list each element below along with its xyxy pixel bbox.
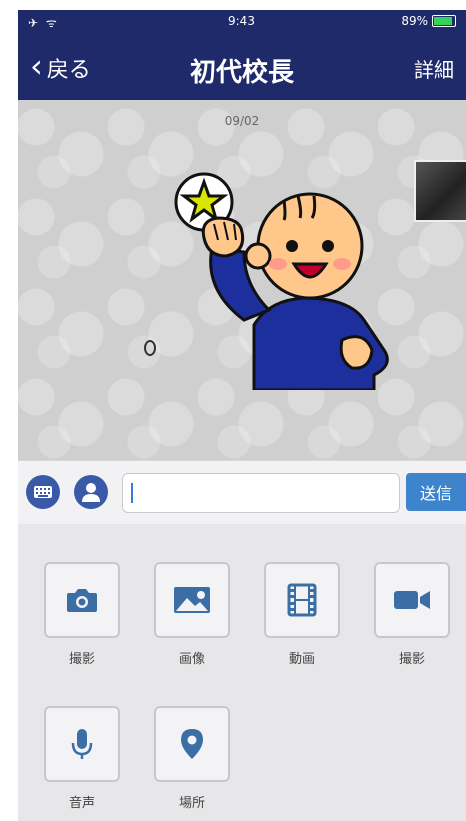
status-icons: ✈ ᯤ bbox=[28, 16, 59, 30]
attach-label: 場所 bbox=[178, 796, 205, 811]
video-camera-icon bbox=[394, 591, 430, 609]
film-icon bbox=[287, 583, 317, 617]
attach-record-video-button[interactable]: 撮影 bbox=[372, 562, 452, 667]
status-bar: ✈ ᯤ 9:43 89% bbox=[18, 10, 466, 32]
attach-label: 画像 bbox=[178, 652, 205, 667]
microphone-icon bbox=[71, 729, 93, 759]
attach-image-button[interactable]: 画像 bbox=[152, 562, 232, 667]
chat-area[interactable]: 09/02 bbox=[18, 100, 466, 460]
message-input[interactable] bbox=[122, 473, 400, 513]
message-input-bar: 送信 bbox=[18, 460, 466, 526]
top-bar: ✈ ᯤ 9:43 89% ‹ 戻る 初代校長 詳細 bbox=[18, 10, 466, 100]
attach-video-button[interactable]: 動画 bbox=[262, 562, 342, 667]
sticker-button[interactable] bbox=[74, 475, 108, 509]
text-cursor bbox=[131, 483, 133, 503]
keyboard-button[interactable] bbox=[26, 475, 60, 509]
message-date: 09/02 bbox=[224, 114, 260, 128]
attach-audio-button[interactable]: 音声 bbox=[42, 706, 122, 811]
battery-percent: 89% bbox=[401, 14, 428, 28]
navigation-bar: ‹ 戻る 初代校長 詳細 bbox=[18, 40, 466, 96]
location-pin-icon bbox=[181, 729, 203, 759]
camera-icon bbox=[67, 589, 97, 612]
status-time: 9:43 bbox=[228, 14, 255, 28]
image-icon bbox=[174, 587, 210, 613]
attach-label: 音声 bbox=[68, 796, 95, 811]
loading-indicator-icon bbox=[144, 340, 156, 356]
sticker-boy-fist-icon[interactable] bbox=[174, 160, 404, 390]
person-icon bbox=[82, 483, 100, 502]
page-title: 初代校長 bbox=[189, 58, 294, 88]
attach-camera-button[interactable]: 撮影 bbox=[42, 562, 122, 667]
battery-status: 89% bbox=[401, 14, 456, 28]
app-screen: ✈ ᯤ 9:43 89% ‹ 戻る 初代校長 詳細 09/02 送信 撮影 画像… bbox=[18, 10, 466, 821]
photo-thumbnail[interactable] bbox=[414, 160, 466, 222]
send-button[interactable]: 送信 bbox=[406, 473, 466, 511]
attach-label: 撮影 bbox=[68, 652, 95, 667]
attach-label: 撮影 bbox=[398, 652, 425, 667]
attach-location-button[interactable]: 場所 bbox=[152, 706, 232, 811]
detail-button[interactable]: 詳細 bbox=[414, 54, 454, 83]
attach-label: 動画 bbox=[288, 652, 315, 667]
keyboard-icon bbox=[34, 486, 52, 498]
battery-icon bbox=[432, 15, 456, 27]
attachment-panel: 撮影 画像 動画 撮影 音声 場所 bbox=[18, 524, 466, 821]
